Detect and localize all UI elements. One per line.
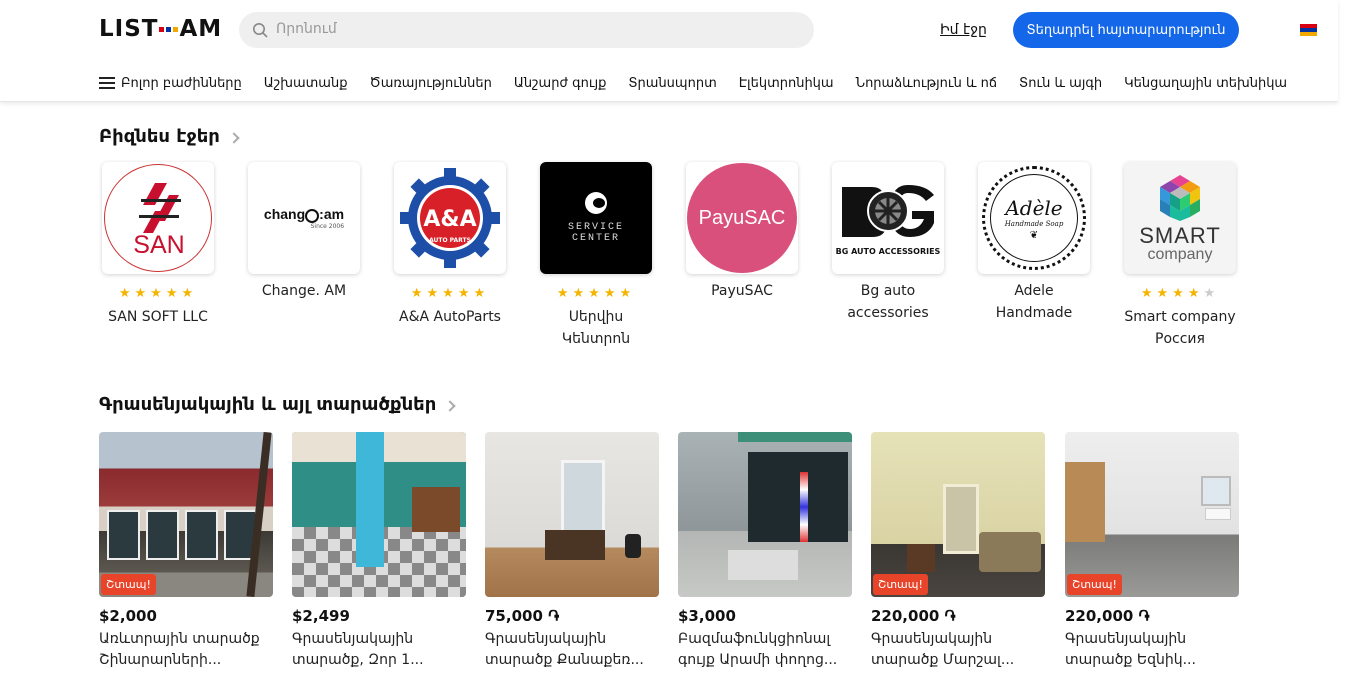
business-logo: Adèle Handmade Soap ❦ — [978, 162, 1090, 274]
business-name: Smart company Россия — [1124, 309, 1236, 347]
rating-stars: ★★★★★ — [118, 286, 198, 301]
nav-jobs[interactable]: Աշխատանք — [264, 76, 348, 91]
nav-home-garden[interactable]: Տուն և այգի — [1019, 76, 1102, 91]
nav-appliances[interactable]: Կենցաղային տեխնիկա — [1124, 76, 1287, 91]
listing-price: 220,000 ֏ — [1065, 607, 1150, 625]
armenian-flag-icon[interactable] — [1300, 24, 1317, 36]
nav-vehicles[interactable]: Տրանսպորտ — [628, 76, 716, 91]
listing-card[interactable]: Շտապ! $2,000 Առևտրային տարածք Շինարարների… — [99, 432, 273, 671]
business-card[interactable]: SMART company ★★★★★ Smart company Россия — [1124, 162, 1236, 350]
business-logo: SMART company — [1124, 162, 1236, 274]
chevron-right-icon — [444, 399, 456, 412]
listing-title: Առևտրային տարածք Շինարարների... — [99, 631, 260, 668]
nav-fashion[interactable]: Նորաձևություն և ոճ — [856, 76, 997, 91]
listing-price: 220,000 ֏ — [871, 607, 956, 625]
listing-photo — [678, 432, 852, 597]
business-name: Change. AM — [261, 283, 347, 299]
business-section-title[interactable]: Բիզնես էջեր — [99, 126, 240, 147]
listing-photo — [292, 432, 466, 597]
listings-section-title[interactable]: Գրասենյակային և այլ տարածքներ — [99, 394, 456, 415]
listing-card[interactable]: 75,000 ֏ Գրասենյակային տարածք Քանաքեռ... — [485, 432, 659, 671]
rating-stars: ★★★★★ — [410, 286, 490, 301]
nav-electronics[interactable]: Էլեկտրոնիկա — [739, 76, 834, 91]
listing-title: Գրասենյակային տարածք Եզնիկ... — [1065, 631, 1196, 668]
my-page-link[interactable]: Իմ էջը — [940, 22, 987, 38]
nav-services[interactable]: Ծառայություններ — [369, 76, 491, 91]
listing-title: Գրասենյակային տարածք, Զոր 1... — [292, 631, 424, 668]
business-name: PayuSAC — [711, 283, 773, 299]
business-card[interactable]: SAN ★★★★★ SAN SOFT LLC — [102, 162, 214, 328]
svg-text:AUTO PARTS: AUTO PARTS — [429, 237, 471, 244]
listing-photo: Շտապ! — [871, 432, 1045, 597]
business-logo: chang:am Since 2006 — [248, 162, 360, 274]
search-icon — [253, 23, 268, 38]
listing-price: $2,000 — [99, 607, 157, 625]
listing-photo: Շտապ! — [1065, 432, 1239, 597]
nav-all-categories[interactable]: Բոլոր բաժինները — [121, 76, 242, 91]
post-ad-button[interactable]: Տեղադրել հայտարարություն — [1013, 12, 1239, 48]
business-card[interactable]: Adèle Handmade Soap ❦ Adele Handmade — [978, 162, 1090, 324]
business-name: A&A AutoParts — [399, 309, 501, 325]
business-card[interactable]: A&A AUTO PARTS ★★★★★ A&A AutoParts — [394, 162, 506, 328]
chevron-right-icon — [228, 131, 240, 144]
listing-photo: Շտապ! — [99, 432, 273, 597]
listing-card[interactable]: Շտապ! 220,000 ֏ Գրասենյակային տարածք Մարշ… — [871, 432, 1045, 671]
listing-card[interactable]: Շտապ! 220,000 ֏ Գրասենյակային տարածք Եզնի… — [1065, 432, 1239, 671]
business-name: Bg auto accessories — [847, 283, 929, 321]
listing-photo — [485, 432, 659, 597]
business-card[interactable]: PayuSAC PayuSAC — [686, 162, 798, 302]
rating-stars: ★★★★★ — [1140, 286, 1220, 301]
listing-title: Գրասենյակային տարածք Մարշալ... — [871, 631, 1015, 668]
listing-title: Բազմաֆունկցիոնալ գույք Արամի փողոց... — [678, 631, 838, 668]
search-placeholder: Որոնում — [276, 21, 337, 37]
urgent-badge: Շտապ! — [1067, 574, 1122, 595]
category-nav: Բոլոր բաժինները Աշխատանք Ծառայություններ… — [99, 74, 1309, 92]
site-logo[interactable]: LIST AM — [99, 16, 222, 42]
rating-stars: ★★★★★ — [556, 286, 636, 301]
listing-title: Գրասենյակային տարածք Քանաքեռ... — [485, 631, 644, 668]
business-logo: A&A AUTO PARTS — [394, 162, 506, 274]
menu-icon[interactable] — [99, 77, 115, 89]
listing-price: $2,499 — [292, 607, 350, 625]
svg-text:A&A: A&A — [423, 207, 476, 232]
urgent-badge: Շտապ! — [101, 574, 156, 595]
business-name: SAN SOFT LLC — [108, 309, 208, 325]
business-logo: PayuSAC — [686, 162, 798, 274]
listing-price: $3,000 — [678, 607, 736, 625]
listing-card[interactable]: $2,499 Գրասենյակային տարածք, Զոր 1... — [292, 432, 466, 671]
business-logo: BG AUTO ACCESSORIES — [832, 162, 944, 274]
business-name: Adele Handmade — [995, 283, 1073, 321]
business-card[interactable]: chang:am Since 2006 Change. AM — [248, 162, 360, 302]
business-name: Սերվիս Կենտրոն — [561, 309, 631, 347]
listing-price: 75,000 ֏ — [485, 607, 560, 625]
business-card[interactable]: SERVICE CENTER ★★★★★ Սերվիս Կենտրոն — [540, 162, 652, 350]
business-card[interactable]: BG AUTO ACCESSORIES Bg auto accessories — [832, 162, 944, 324]
urgent-badge: Շտապ! — [873, 574, 928, 595]
header: LIST AM Որոնում Իմ էջը Տեղադրել հայտարարո… — [0, 0, 1338, 102]
business-logo: SAN — [102, 162, 214, 274]
business-logo: SERVICE CENTER — [540, 162, 652, 274]
listing-card[interactable]: $3,000 Բազմաֆունկցիոնալ գույք Արամի փողոց… — [678, 432, 852, 671]
nav-real-estate[interactable]: Անշարժ գույք — [514, 76, 607, 91]
